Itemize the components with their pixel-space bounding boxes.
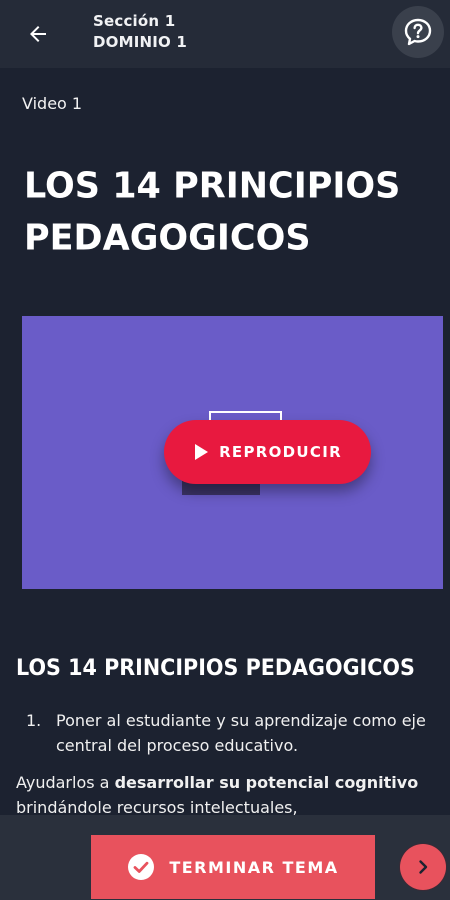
section-title: LOS 14 PRINCIPIOS PEDAGOGICOS: [16, 656, 415, 681]
play-button[interactable]: REPRODUCIR: [164, 420, 371, 484]
bottom-bar: TERMINAR TEMA: [0, 815, 450, 900]
body-paragraph: Ayudarlos a desarrollar su potencial cog…: [16, 770, 436, 820]
play-icon: [195, 444, 209, 460]
help-button[interactable]: [392, 6, 444, 58]
list-item-text: Poner al estudiante y su aprendizaje com…: [56, 711, 426, 755]
paragraph-text-start: Ayudarlos a: [16, 773, 115, 792]
finish-topic-button[interactable]: TERMINAR TEMA: [91, 835, 375, 899]
check-circle-icon: [128, 854, 155, 880]
chevron-right-icon: [419, 860, 428, 874]
domain-label: DOMINIO 1: [93, 33, 188, 51]
title-line-1: LOS 14 PRINCIPIOS: [24, 166, 401, 207]
back-button[interactable]: [18, 14, 58, 54]
app-screen: Sección 1 DOMINIO 1 Video 1 LOS 14 PRINC…: [0, 0, 450, 900]
finish-topic-label: TERMINAR TEMA: [169, 857, 339, 877]
list-item: 1. Poner al estudiante y su aprendizaje …: [26, 708, 436, 758]
title-line-2: PEDAGOGICOS: [24, 218, 311, 259]
top-bar: Sección 1 DOMINIO 1: [0, 0, 450, 68]
section-label: Sección 1: [93, 12, 176, 30]
header-titles: Sección 1 DOMINIO 1: [93, 11, 187, 53]
video-player[interactable]: REPRODUCIR: [22, 316, 443, 589]
next-button[interactable]: [400, 844, 446, 890]
play-button-label: REPRODUCIR: [219, 443, 342, 461]
question-chat-icon: [404, 18, 432, 46]
video-label: Video 1: [22, 94, 83, 113]
page-title: LOS 14 PRINCIPIOS PEDAGOGICOS: [24, 161, 424, 265]
paragraph-bold-text: desarrollar su potencial cognitivo: [114, 773, 419, 792]
list-item-number: 1.: [26, 711, 42, 730]
arrow-left-icon: [30, 26, 46, 42]
